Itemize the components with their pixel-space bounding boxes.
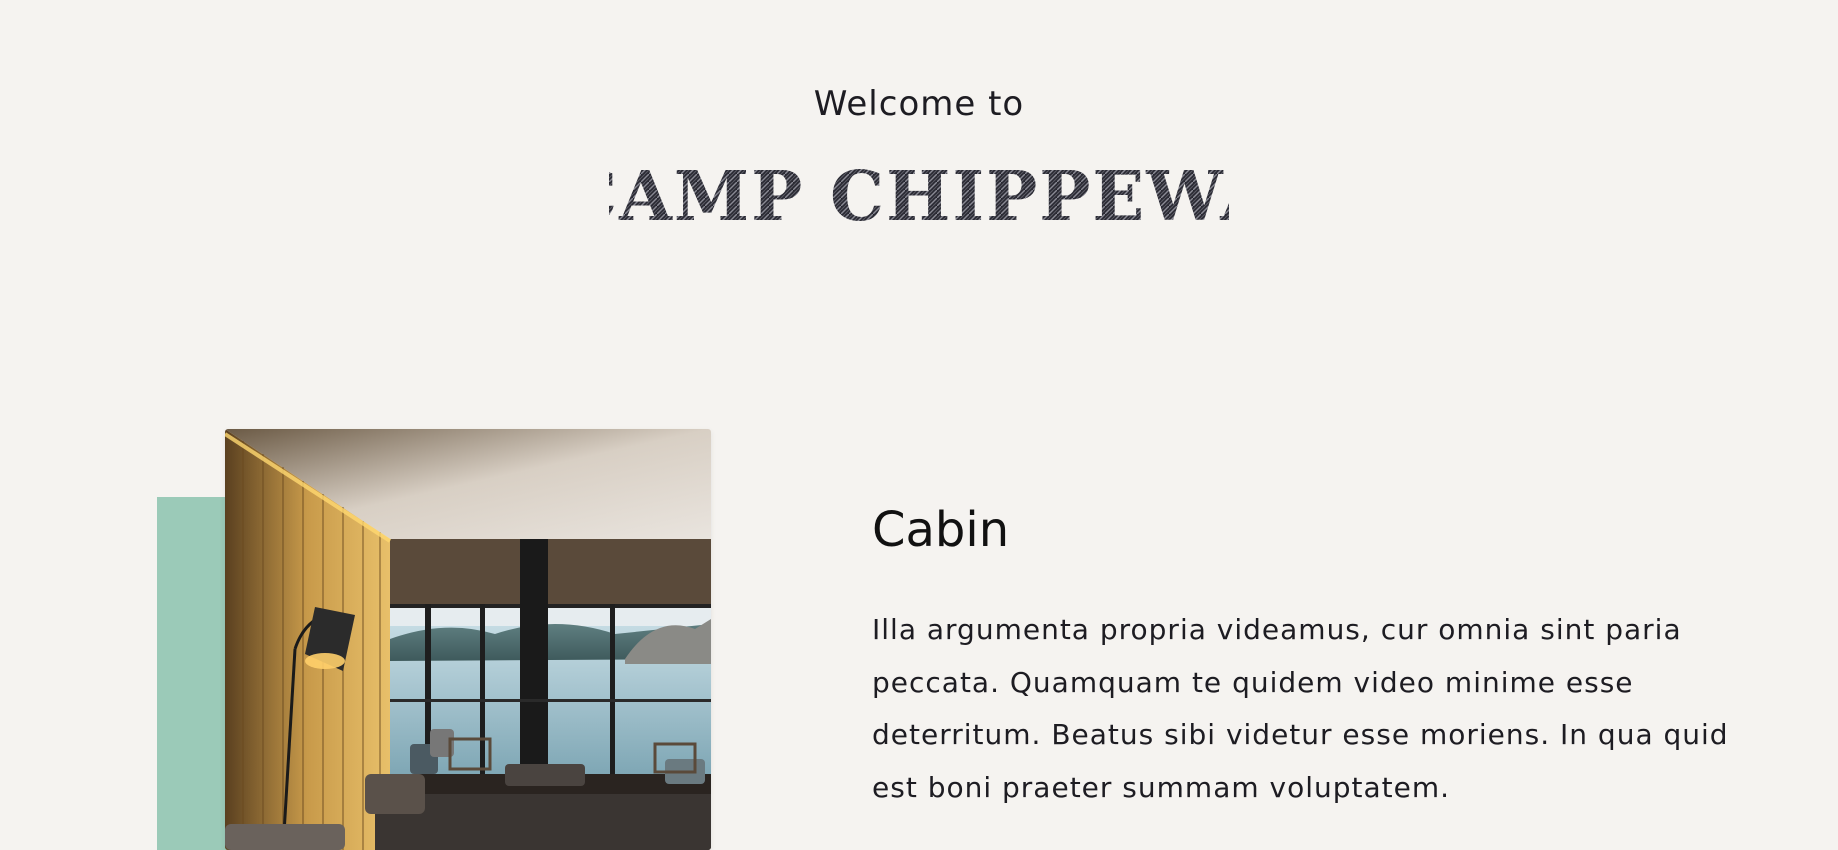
brand-title: CAMP CHIPPEWA	[609, 158, 1229, 228]
cabin-photo	[225, 429, 711, 850]
welcome-text: Welcome to	[813, 84, 1025, 124]
feature-description: Illa argumenta propria videamus, cur omn…	[872, 613, 1729, 804]
brand-logo: CAMP CHIPPEWA	[0, 158, 1838, 228]
page: Welcome to CAMP CHIPPEWA	[0, 0, 1838, 850]
feature-title: Cabin	[872, 502, 1010, 558]
